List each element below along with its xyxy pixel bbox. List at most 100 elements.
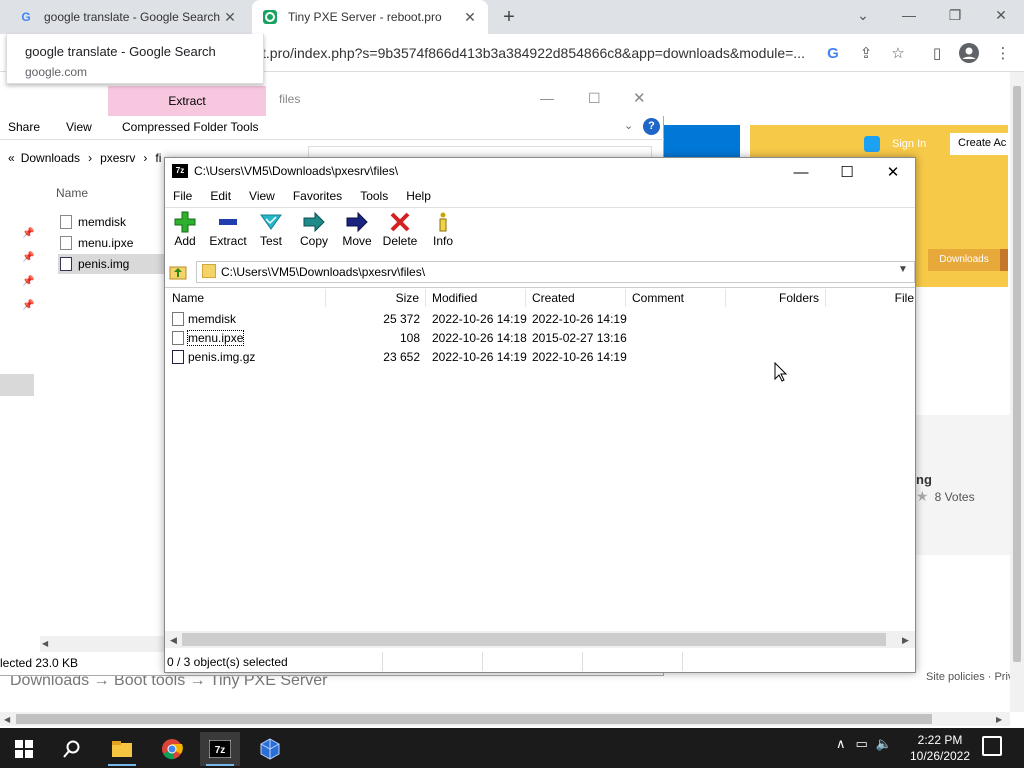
close-tab-icon[interactable]: ✕ xyxy=(462,9,478,26)
tab-search-chevron-icon[interactable]: ⌄ xyxy=(840,0,886,30)
address-bar[interactable]: t.pro/index.php?s=9b3574f866d413b3a38492… xyxy=(262,41,818,65)
pin-icon[interactable]: 📌 xyxy=(22,300,34,311)
pin-icon[interactable]: 📌 xyxy=(22,228,34,239)
scroll-left-arrow-icon[interactable]: ◀ xyxy=(170,635,177,646)
start-icon[interactable] xyxy=(4,732,44,766)
new-tab-button[interactable]: + xyxy=(498,6,520,28)
7zip-path-input[interactable]: C:\Users\VM5\Downloads\pxesrv\files\ xyxy=(196,261,915,283)
7zip-close-button[interactable]: ✕ xyxy=(870,158,916,186)
restore-button[interactable]: ❐ xyxy=(932,0,978,30)
column-header-files[interactable]: File xyxy=(826,289,914,307)
star-icon[interactable]: ★ xyxy=(916,488,929,505)
tab-tiny-pxe-server[interactable]: Tiny PXE Server - reboot.pro ✕ xyxy=(252,0,488,34)
virtualbox-icon[interactable] xyxy=(250,732,290,766)
google-lens-icon[interactable]: G xyxy=(822,42,844,64)
7zip-horizontal-scroll-thumb[interactable] xyxy=(182,633,886,646)
test-button[interactable]: Test xyxy=(249,210,293,254)
volume-icon[interactable]: 🔈 xyxy=(876,736,892,752)
breadcrumb-files[interactable]: fi xyxy=(155,151,161,165)
move-button[interactable]: Move xyxy=(335,210,379,254)
path-dropdown-chevron-icon[interactable]: ▼ xyxy=(898,264,908,275)
up-folder-icon[interactable] xyxy=(168,262,188,282)
profile-avatar-icon[interactable] xyxy=(958,42,980,64)
explorer-ribbon xyxy=(0,116,664,140)
tab-google-translate[interactable]: G google translate - Google Search ✕ xyxy=(8,0,248,34)
file-label: menu.ipxe xyxy=(78,236,134,250)
ribbon-tab-compressed-folder-tools[interactable]: Compressed Folder Tools xyxy=(122,120,259,134)
ribbon-tab-share[interactable]: Share xyxy=(8,120,40,134)
7zip-status-bar: 0 / 3 object(s) selected xyxy=(165,651,915,672)
explorer-extract-tab[interactable]: Extract xyxy=(108,86,266,116)
sign-in-link[interactable]: Sign In xyxy=(864,136,926,152)
breadcrumb-pxesrv[interactable]: pxesrv xyxy=(100,151,135,165)
explorer-maximize-button[interactable]: ☐ xyxy=(588,90,601,107)
tool-label: Extract xyxy=(209,234,247,248)
menu-view[interactable]: View xyxy=(247,188,277,204)
pin-icon[interactable]: 📌 xyxy=(22,252,34,263)
ribbon-collapse-chevron-icon[interactable]: ⌄ xyxy=(624,119,633,132)
pin-icon[interactable]: 📌 xyxy=(22,276,34,287)
ribbon-tab-view[interactable]: View xyxy=(66,120,92,134)
site-policies-link[interactable]: Site policies · Priv xyxy=(926,671,1013,683)
close-tab-icon[interactable]: ✕ xyxy=(222,9,238,26)
row-size: 25 372 xyxy=(383,312,420,326)
twitter-icon[interactable] xyxy=(864,136,880,152)
info-icon xyxy=(432,210,454,234)
side-panel-icon[interactable]: ▯ xyxy=(926,42,948,64)
scroll-right-arrow-icon[interactable]: ▶ xyxy=(902,635,909,646)
table-row[interactable]: menu.ipxe 108 2022-10-26 14:18 2015-02-2… xyxy=(170,329,630,347)
menu-edit[interactable]: Edit xyxy=(208,188,233,204)
menu-tools[interactable]: Tools xyxy=(358,188,390,204)
minimize-button[interactable]: — xyxy=(886,0,932,30)
notification-icon[interactable] xyxy=(982,736,1002,756)
scroll-left-arrow-icon[interactable]: ◀ xyxy=(42,639,48,648)
explorer-column-name[interactable]: Name xyxy=(56,186,88,200)
7zip-icon[interactable]: 7z xyxy=(200,732,240,766)
table-row[interactable]: memdisk 25 372 2022-10-26 14:19 2022-10-… xyxy=(170,310,630,328)
7zip-minimize-button[interactable]: — xyxy=(778,158,824,186)
create-account-button[interactable]: Create Ac xyxy=(950,133,1010,155)
explorer-minimize-button[interactable]: — xyxy=(540,90,554,106)
explorer-horizontal-scrollbar[interactable]: ◀ xyxy=(40,636,166,652)
column-header-modified[interactable]: Modified xyxy=(426,289,526,307)
menu-favorites[interactable]: Favorites xyxy=(291,188,344,204)
chrome-icon[interactable] xyxy=(152,732,192,766)
nav-pane-selected-item[interactable] xyxy=(0,374,34,396)
table-row[interactable]: penis.img.gz 23 652 2022-10-26 14:19 202… xyxy=(170,348,630,366)
add-button[interactable]: Add xyxy=(163,210,207,254)
column-header-created[interactable]: Created xyxy=(526,289,626,307)
column-header-size[interactable]: Size xyxy=(326,289,426,307)
page-vertical-scroll-thumb[interactable] xyxy=(1013,86,1021,662)
network-icon[interactable]: ▭ xyxy=(856,736,868,752)
chrome-menu-icon[interactable]: ⋮ xyxy=(992,42,1014,64)
explorer-file-menu-ipxe[interactable]: menu.ipxe xyxy=(58,233,164,253)
menu-help[interactable]: Help xyxy=(404,188,433,204)
info-button[interactable]: Info xyxy=(421,210,465,254)
bookmark-star-icon[interactable]: ☆ xyxy=(887,42,909,64)
share-icon[interactable]: ⇪ xyxy=(855,42,877,64)
column-header-comment[interactable]: Comment xyxy=(626,289,726,307)
column-header-name[interactable]: Name xyxy=(170,289,326,307)
search-icon[interactable] xyxy=(52,732,92,766)
explorer-file-penis-img[interactable]: penis.img xyxy=(58,254,164,274)
taskbar-clock[interactable]: 2:22 PM 10/26/2022 xyxy=(904,732,976,764)
downloads-button[interactable]: Downloads xyxy=(928,249,1000,271)
chevron-up-icon[interactable]: ∧ xyxy=(836,736,846,752)
breadcrumb-downloads[interactable]: Downloads xyxy=(21,151,80,165)
scroll-right-arrow-icon[interactable]: ▶ xyxy=(996,715,1002,724)
close-button[interactable]: ✕ xyxy=(978,0,1024,30)
help-icon[interactable]: ? xyxy=(643,118,660,135)
explorer-file-memdisk[interactable]: memdisk xyxy=(58,212,164,232)
7zip-maximize-button[interactable]: ☐ xyxy=(824,158,870,186)
delete-button[interactable]: Delete xyxy=(378,210,422,254)
menu-file[interactable]: File xyxy=(171,188,194,204)
omnibox-suggestion[interactable]: google translate - Google Search google.… xyxy=(6,34,264,84)
page-horizontal-scroll-thumb[interactable] xyxy=(16,714,932,724)
copy-button[interactable]: Copy xyxy=(292,210,336,254)
row-created: 2022-10-26 14:19 xyxy=(532,350,627,364)
scroll-left-arrow-icon[interactable]: ◀ xyxy=(4,715,10,724)
explorer-close-button[interactable]: ✕ xyxy=(633,89,646,107)
extract-button[interactable]: Extract xyxy=(206,210,250,254)
column-header-folders[interactable]: Folders xyxy=(726,289,826,307)
file-explorer-icon[interactable] xyxy=(102,732,142,766)
